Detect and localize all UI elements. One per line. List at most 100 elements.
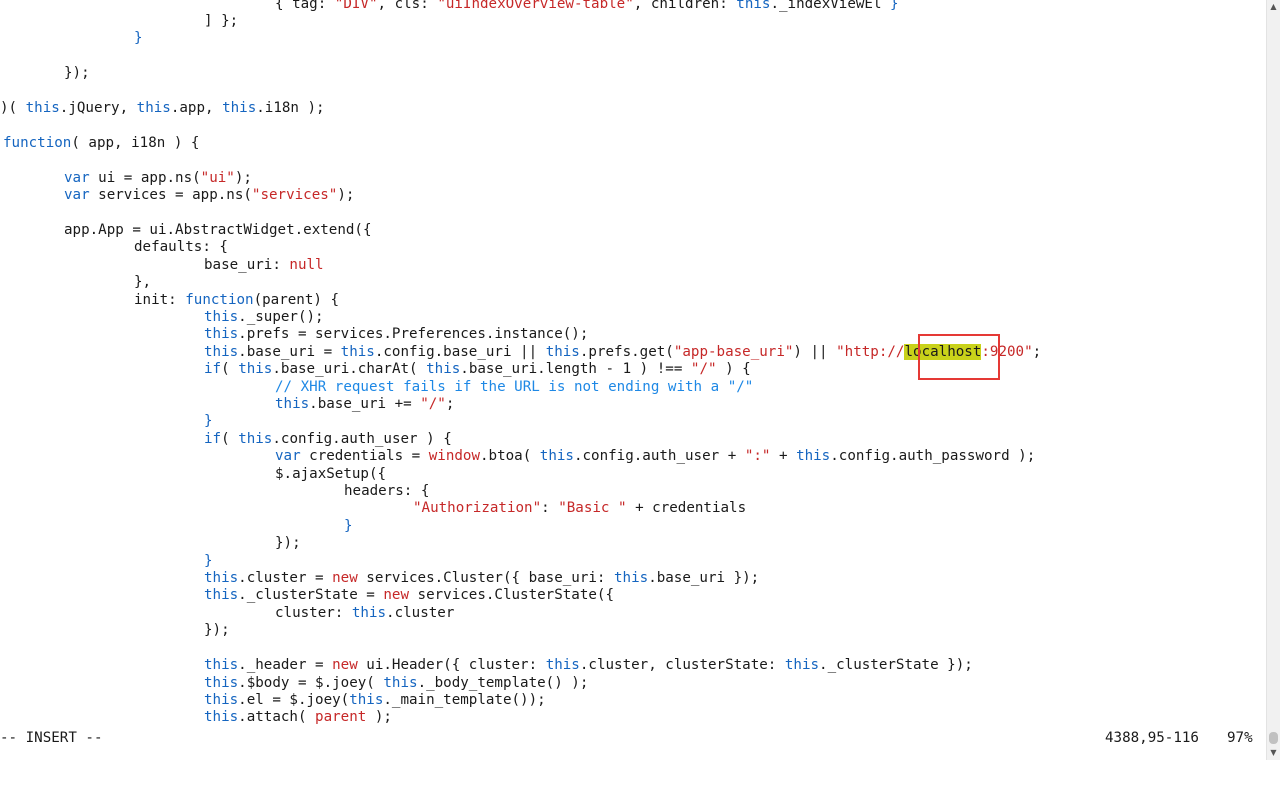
code-token: defaults: { (134, 239, 228, 256)
code-line: this.attach( parent ); (204, 709, 392, 726)
code-token: ; (445, 395, 455, 412)
code-editor[interactable]: { tag: "DIV", cls: "uiIndexOverview-tabl… (0, 0, 1266, 728)
code-token: new (332, 570, 358, 586)
code-line: this.$body = $.joey( this._body_template… (204, 675, 588, 692)
scroll-up-arrow-icon[interactable]: ▲ (1267, 0, 1280, 14)
code-token: base_uri: (204, 256, 290, 273)
code-line: var credentials = window.btoa( this.conf… (275, 448, 1035, 465)
code-token: .i18n ); (256, 100, 325, 116)
code-token: .jQuery, (59, 100, 137, 116)
scroll-percentage: 97% (1227, 730, 1253, 746)
code-token: .el = $.joey( (238, 691, 350, 708)
code-token: this (222, 100, 257, 116)
code-line: app.App = ui.AbstractWidget.extend({ (64, 222, 372, 239)
code-token: ] }; (204, 12, 239, 29)
code-token: ._super(); (238, 308, 324, 325)
search-highlight-token: localhost (904, 343, 982, 360)
code-token: ); (366, 709, 392, 726)
code-token: this (275, 395, 310, 412)
code-token: ( app, i18n ) { (71, 134, 200, 151)
code-line: if( this.base_uri.charAt( this.base_uri.… (204, 361, 751, 378)
code-token: "Basic " (558, 500, 627, 517)
code-token: .base_uri.charAt( (272, 361, 427, 378)
code-token: .app, (170, 100, 223, 116)
code-token: ._clusterState = (238, 587, 384, 604)
code-token: , cls: (377, 0, 438, 12)
code-token: services = app.ns( (89, 187, 252, 203)
code-token: } (890, 0, 899, 12)
code-token: this (204, 709, 239, 726)
code-token: .cluster (386, 604, 455, 621)
code-token: this (736, 0, 771, 12)
code-token: "app-base_uri" (673, 343, 794, 360)
code-line: cluster: this.cluster (275, 605, 454, 622)
code-token: } (344, 517, 353, 534)
code-token: .base_uri.length - 1 ) !== (460, 361, 691, 378)
code-token: var (64, 169, 90, 186)
code-token: cluster: (275, 604, 352, 621)
code-line: headers: { (344, 483, 429, 500)
code-line: "Authorization": "Basic " + credentials (413, 500, 746, 517)
code-line: this.prefs = services.Preferences.instan… (204, 326, 588, 343)
code-token: this (349, 691, 384, 708)
code-token: ._header = (238, 657, 333, 674)
code-token: new (383, 587, 410, 604)
code-token: var (275, 448, 301, 465)
code-token: this (204, 570, 239, 586)
code-token: this (340, 343, 375, 360)
code-line: this._clusterState = new services.Cluste… (204, 587, 614, 604)
code-token: this (545, 343, 580, 360)
code-token: headers: { (344, 483, 430, 499)
scrollbar-thumb[interactable] (1269, 732, 1278, 744)
code-line: this.cluster = new services.Cluster({ ba… (204, 570, 759, 587)
code-token: + credentials (626, 500, 747, 517)
code-token: ( (221, 430, 239, 447)
code-line: this._header = new ui.Header({ cluster: … (204, 657, 973, 674)
scroll-down-arrow-icon[interactable]: ▼ (1267, 746, 1280, 760)
code-token: .btoa( (480, 448, 540, 465)
code-token: this (204, 587, 239, 604)
code-line: }); (275, 535, 301, 552)
code-token: services.Cluster({ base_uri: (357, 570, 615, 586)
code-token: "/" (690, 361, 717, 378)
code-token: parent (315, 709, 367, 726)
code-token: this (784, 657, 820, 674)
code-token: new (332, 657, 358, 674)
code-token: ui = app.ns( (89, 169, 201, 186)
code-token: ; (1032, 343, 1042, 360)
code-token: this (238, 430, 273, 447)
code-line: } (344, 518, 353, 535)
code-token: .prefs.get( (579, 343, 674, 360)
code-line: function( app, i18n ) { (3, 135, 199, 152)
code-token: "ui" (200, 169, 235, 186)
code-token: .config.auth_user + (573, 448, 745, 465)
code-token: } (134, 30, 143, 47)
code-token: this (426, 361, 461, 378)
code-line: )( this.jQuery, this.app, this.i18n ); (0, 100, 325, 117)
status-line: -- INSERT -- 4388,95-116 97% (0, 729, 1266, 747)
mode-indicator: -- INSERT -- (0, 730, 103, 746)
code-token: ._clusterState }); (819, 657, 973, 674)
code-token: .$body = $.joey( (238, 674, 384, 691)
code-line: }); (204, 622, 230, 639)
code-token: + (770, 448, 797, 465)
code-token: services.ClusterState({ (409, 587, 615, 604)
code-token: } (204, 413, 213, 430)
code-token: this (204, 657, 239, 674)
code-line: this._super(); (204, 309, 324, 326)
cursor-position: 4388,95-116 (1105, 730, 1199, 746)
code-token: .base_uri = (238, 343, 341, 360)
vertical-scrollbar[interactable]: ▲ ▼ (1266, 0, 1280, 760)
code-line: defaults: { (134, 239, 228, 256)
code-token: $.ajaxSetup({ (275, 465, 387, 482)
code-token: "Authorization" (413, 500, 542, 517)
code-token: "/" (420, 395, 446, 412)
code-line: { tag: "DIV", cls: "uiIndexOverview-tabl… (275, 0, 899, 13)
code-token: this (539, 448, 574, 465)
code-line: } (204, 553, 213, 570)
code-line: this.base_uri += "/"; (275, 396, 454, 413)
code-token: this (136, 100, 171, 116)
code-token: , children: (633, 0, 737, 12)
code-token: ) || (793, 343, 837, 360)
code-line: init: function(parent) { (134, 292, 339, 309)
